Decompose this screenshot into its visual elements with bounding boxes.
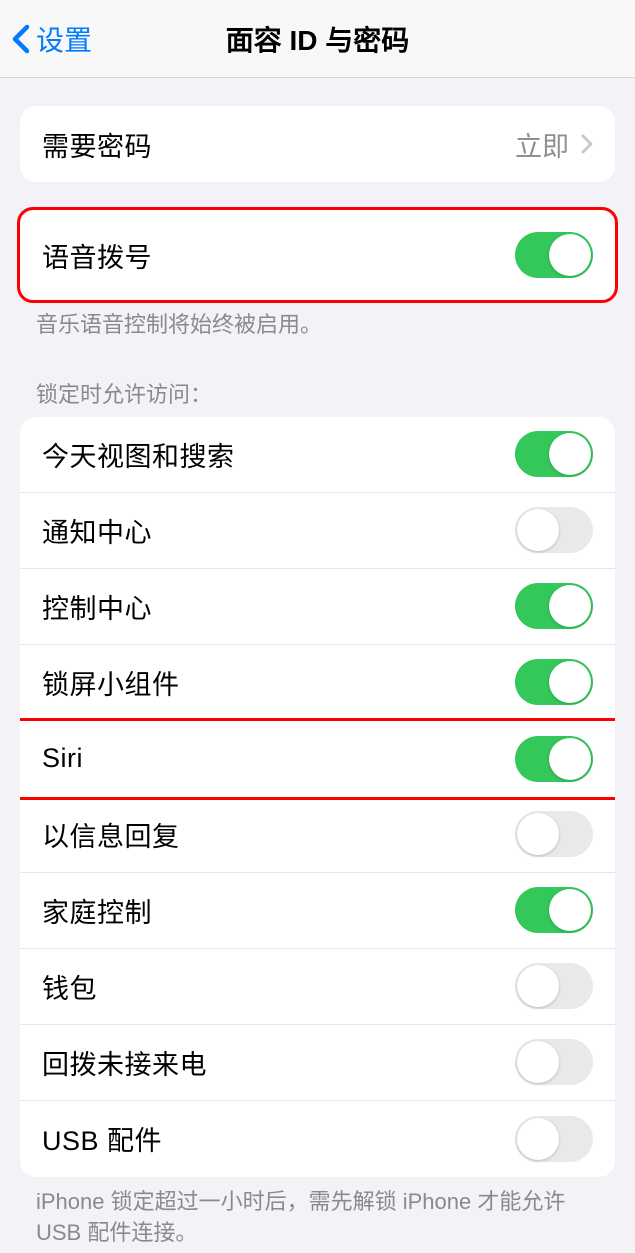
chevron-right-icon <box>581 134 593 154</box>
usb-footer: iPhone 锁定超过一小时后，需先解锁 iPhone 才能允许 USB 配件连… <box>0 1177 635 1249</box>
page-title: 面容 ID 与密码 <box>0 19 635 59</box>
toggle-knob <box>549 661 591 703</box>
highlight-voice-dial: 语音拨号 <box>17 207 618 303</box>
row-voice-dial: 语音拨号 <box>20 210 615 300</box>
toggle-knob <box>517 1118 559 1160</box>
toggle-knob <box>549 234 591 276</box>
toggle-knob <box>549 889 591 931</box>
toggle-knob <box>549 585 591 627</box>
lock-toggle-8[interactable] <box>515 1039 593 1085</box>
lock-toggle-9[interactable] <box>515 1116 593 1162</box>
lock-toggle-3[interactable] <box>515 659 593 705</box>
toggle-knob <box>517 965 559 1007</box>
voice-dial-label: 语音拨号 <box>42 236 152 275</box>
lock-row-6: 家庭控制 <box>20 873 615 949</box>
lock-row-label: 控制中心 <box>42 587 152 626</box>
lock-row-label: Siri <box>42 743 83 774</box>
lock-row-4: Siri <box>20 721 615 797</box>
lock-row-3: 锁屏小组件 <box>20 645 615 721</box>
group-passcode: 需要密码 立即 <box>20 106 615 182</box>
voice-dial-toggle[interactable] <box>515 232 593 278</box>
nav-bar: 设置 面容 ID 与密码 <box>0 0 635 78</box>
lock-toggle-6[interactable] <box>515 887 593 933</box>
chevron-left-icon <box>12 24 30 54</box>
toggle-knob <box>549 738 591 780</box>
group-lock-access: 今天视图和搜索通知中心控制中心锁屏小组件 Siri 以信息回复家庭控制钱包回拨未接来… <box>20 417 615 1177</box>
lock-toggle-1[interactable] <box>515 507 593 553</box>
lock-row-label: 今天视图和搜索 <box>42 435 235 474</box>
lock-row-label: 通知中心 <box>42 511 152 550</box>
lock-toggle-2[interactable] <box>515 583 593 629</box>
lock-row-5: 以信息回复 <box>20 797 615 873</box>
lock-row-8: 回拨未接来电 <box>20 1025 615 1101</box>
lock-row-9: USB 配件 <box>20 1101 615 1177</box>
lock-access-header: 锁定时允许访问： <box>0 341 635 417</box>
require-passcode-label: 需要密码 <box>42 125 152 164</box>
lock-row-1: 通知中心 <box>20 493 615 569</box>
lock-row-label: USB 配件 <box>42 1119 162 1158</box>
voice-dial-footer: 音乐语音控制将始终被启用。 <box>0 300 635 341</box>
lock-row-0: 今天视图和搜索 <box>20 417 615 493</box>
toggle-knob <box>517 813 559 855</box>
lock-row-label: 家庭控制 <box>42 891 152 930</box>
lock-toggle-0[interactable] <box>515 431 593 477</box>
highlight-siri: Siri <box>20 718 615 800</box>
lock-row-7: 钱包 <box>20 949 615 1025</box>
back-button[interactable]: 设置 <box>12 19 92 59</box>
back-label: 设置 <box>36 19 92 59</box>
lock-toggle-4[interactable] <box>515 736 593 782</box>
lock-row-label: 钱包 <box>42 967 97 1006</box>
lock-row-2: 控制中心 <box>20 569 615 645</box>
row-require-passcode[interactable]: 需要密码 立即 <box>20 106 615 182</box>
lock-toggle-5[interactable] <box>515 811 593 857</box>
toggle-knob <box>517 509 559 551</box>
toggle-knob <box>549 433 591 475</box>
lock-toggle-7[interactable] <box>515 963 593 1009</box>
content: 需要密码 立即 语音拨号 音乐语音控制将始终被启用。 锁定时允许访问： <box>0 106 635 1248</box>
require-passcode-value: 立即 <box>515 125 593 164</box>
toggle-knob <box>517 1041 559 1083</box>
lock-row-label: 以信息回复 <box>42 815 180 854</box>
lock-row-label: 回拨未接来电 <box>42 1043 207 1082</box>
lock-row-label: 锁屏小组件 <box>42 663 180 702</box>
